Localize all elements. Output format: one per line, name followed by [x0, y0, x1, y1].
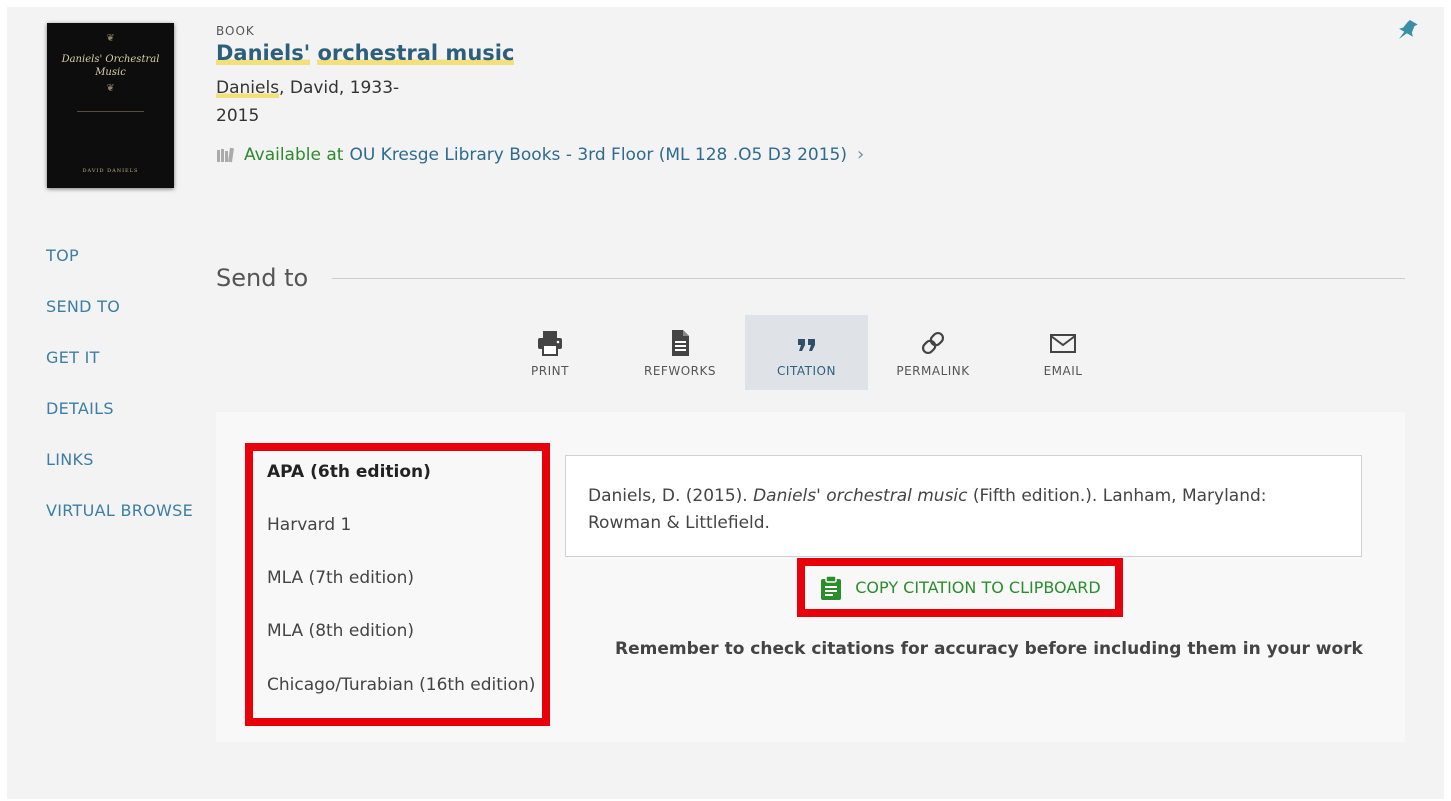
- section-divider: [332, 278, 1405, 279]
- author-highlight: Daniels: [216, 78, 280, 98]
- cover-divider: [77, 111, 144, 112]
- email-label: EMAIL: [1043, 363, 1083, 378]
- refworks-label: REFWORKS: [644, 363, 716, 378]
- refworks-button[interactable]: REFWORKS: [615, 315, 745, 390]
- availability-location: OU Kresge Library Books - 3rd Floor (ML …: [349, 144, 847, 165]
- book-cover-thumbnail[interactable]: ❦ Daniels' Orchestral Music ❦ DAVID DANI…: [47, 23, 174, 188]
- print-icon: [538, 330, 562, 356]
- title-highlight: orchestral music: [317, 41, 515, 65]
- send-to-heading: Send to: [216, 264, 309, 292]
- envelope-icon: [1050, 333, 1076, 353]
- link-icon: [921, 331, 945, 354]
- availability-line[interactable]: Available at OU Kresge Library Books - 3…: [216, 144, 864, 165]
- document-icon: [672, 329, 689, 356]
- nav-top[interactable]: TOP: [46, 246, 193, 297]
- cover-ornament: ❦: [106, 83, 115, 94]
- availability-status: Available at: [244, 144, 344, 165]
- clipboard-icon: [821, 574, 842, 600]
- accuracy-reminder: Remember to check citations for accuracy…: [615, 639, 1363, 659]
- nav-details[interactable]: DETAILS: [46, 399, 193, 450]
- resource-type-label: BOOK: [216, 24, 255, 38]
- print-button[interactable]: PRINT: [485, 315, 615, 390]
- record-title[interactable]: Daniels' orchestral music: [216, 41, 515, 65]
- nav-get-it[interactable]: GET IT: [46, 348, 193, 399]
- citation-label: CITATION: [777, 363, 836, 378]
- nav-virtual-browse[interactable]: VIRTUAL BROWSE: [46, 501, 193, 552]
- cover-author: DAVID DANIELS: [82, 168, 139, 174]
- copy-citation-button[interactable]: COPY CITATION TO CLIPBOARD: [819, 574, 1101, 601]
- permalink-button[interactable]: PERMALINK: [868, 315, 998, 390]
- copy-citation-label: COPY CITATION TO CLIPBOARD: [855, 578, 1101, 597]
- title-highlight: Daniels': [216, 41, 311, 65]
- quote-icon: [797, 338, 815, 351]
- section-nav: TOP SEND TO GET IT DETAILS LINKS VIRTUAL…: [46, 246, 193, 552]
- send-to-actions: PRINT REFWORKS CITATION PERMALINK EMAIL: [485, 315, 1128, 390]
- author-rest: , David, 1933-: [279, 78, 400, 98]
- record-author: Daniels, David, 1933- 2015: [216, 74, 446, 130]
- citation-text-prefix: Daniels, D. (2015).: [588, 486, 754, 506]
- book-shelf-icon: [216, 147, 236, 163]
- citation-text-box[interactable]: Daniels, D. (2015). Daniels' orchestral …: [565, 455, 1362, 557]
- publication-year: 2015: [216, 106, 260, 126]
- nav-links[interactable]: LINKS: [46, 450, 193, 501]
- chevron-right-icon: ›: [857, 144, 865, 165]
- permalink-label: PERMALINK: [896, 363, 970, 378]
- styles-annotation-frame: [245, 443, 550, 726]
- cover-ornament: ❦: [106, 33, 115, 44]
- pin-icon[interactable]: [1395, 18, 1419, 44]
- citation-button[interactable]: CITATION: [745, 315, 868, 390]
- nav-send-to[interactable]: SEND TO: [46, 297, 193, 348]
- print-label: PRINT: [531, 363, 569, 378]
- email-button[interactable]: EMAIL: [998, 315, 1128, 390]
- copy-annotation-frame: COPY CITATION TO CLIPBOARD: [797, 558, 1123, 617]
- cover-title: Daniels' Orchestral Music: [61, 54, 160, 78]
- citation-text-title: Daniels' orchestral music: [753, 486, 968, 506]
